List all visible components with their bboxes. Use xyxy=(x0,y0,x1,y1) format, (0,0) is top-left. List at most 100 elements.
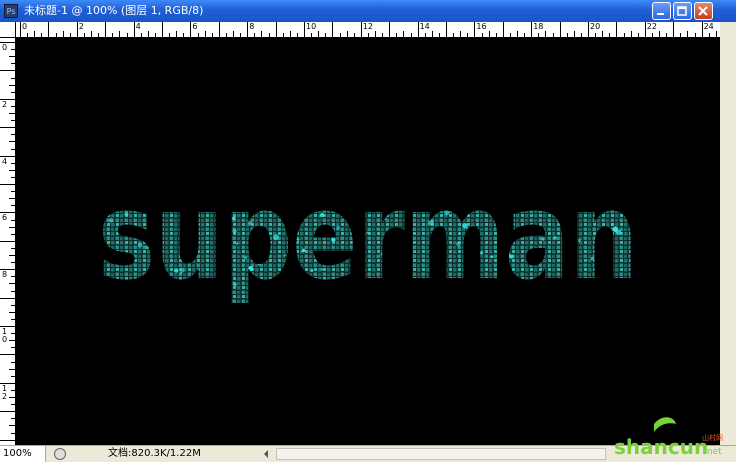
ruler-tick xyxy=(389,22,391,37)
ruler-tick xyxy=(91,31,92,37)
sparkle-dot xyxy=(572,203,577,208)
sparkle-dot xyxy=(270,177,276,182)
sparkle-dot xyxy=(428,219,434,226)
ruler-tick xyxy=(502,22,504,37)
watermark-main: shancun xyxy=(614,435,708,459)
sparkle-dot xyxy=(158,254,163,258)
sparkle-dot xyxy=(232,282,237,287)
sparkle-dot xyxy=(633,235,636,239)
vertical-ruler[interactable]: 0 2 4 6 8 10 12 xyxy=(0,38,16,445)
vertical-scrollbar[interactable] xyxy=(720,22,736,445)
ruler-tick xyxy=(382,33,384,37)
ruler-label: 22 xyxy=(646,22,657,31)
sparkle-dot xyxy=(367,299,373,305)
ruler-tick xyxy=(11,176,15,178)
ruler-tick xyxy=(41,33,43,37)
status-menu-icon[interactable] xyxy=(54,448,66,460)
sparkle-dot xyxy=(610,222,614,226)
sparkle-dot xyxy=(187,211,190,215)
zoom-level-field[interactable]: 100% xyxy=(0,446,46,462)
sparkle-dot xyxy=(462,223,468,229)
ruler-label: 16 xyxy=(476,22,487,31)
sparkle-dot xyxy=(102,277,106,281)
ruler-tick xyxy=(410,33,412,37)
sparkle-dot xyxy=(248,221,253,226)
sparkle-dot xyxy=(552,236,557,240)
sparkle-dot xyxy=(257,262,261,266)
sparkle-dot xyxy=(250,173,255,177)
sparkle-dot xyxy=(218,236,221,239)
sparkle-dot xyxy=(98,201,103,207)
sparkle-dot xyxy=(541,237,545,241)
sparkle-dot xyxy=(289,205,293,208)
ruler-tick xyxy=(162,22,163,37)
maximize-button[interactable] xyxy=(673,2,692,20)
ruler-tick xyxy=(275,22,277,37)
ruler-tick xyxy=(268,33,270,37)
sparkle-dot xyxy=(337,296,342,301)
sparkle-dot xyxy=(301,248,306,253)
sparkle-dot xyxy=(336,185,341,190)
horizontal-ruler[interactable]: 0 2 4 6 8 10 12 14 16 18 20 22 24 xyxy=(16,22,720,38)
sparkle-dot xyxy=(493,292,496,295)
ruler-tick xyxy=(644,22,646,37)
sparkle-dot xyxy=(629,260,632,263)
sparkle-dot xyxy=(548,291,553,296)
ruler-tick xyxy=(140,33,142,37)
ruler-tick xyxy=(11,219,15,221)
sparkle-dot xyxy=(141,288,148,295)
shancun-watermark: shancun .net 山村网 xyxy=(614,417,723,459)
sparkle-dot xyxy=(181,240,186,245)
ruler-tick xyxy=(11,389,15,391)
ruler-label: 10 xyxy=(2,327,8,344)
ruler-tick xyxy=(680,33,682,37)
sparkle-dot xyxy=(461,308,465,312)
ruler-tick xyxy=(9,226,15,228)
ruler-tick xyxy=(98,33,100,37)
ruler-tick xyxy=(602,31,604,37)
watermark-suffix: .net xyxy=(704,447,722,457)
ruler-tick xyxy=(0,297,15,299)
close-button[interactable] xyxy=(694,2,713,20)
minimize-button[interactable] xyxy=(652,2,671,20)
ruler-tick xyxy=(9,368,15,370)
ruler-tick xyxy=(218,22,220,37)
ruler-tick xyxy=(666,33,668,37)
title-bar: Ps 未标题-1 @ 100% (图层 1, RGB/8) xyxy=(0,0,736,22)
sparkle-dot xyxy=(505,299,511,305)
sparkle-dot xyxy=(576,184,579,187)
sparkle-dot xyxy=(170,196,176,202)
sparkle-dot xyxy=(401,189,406,194)
sparkle-dot xyxy=(571,222,577,228)
ruler-label: 14 xyxy=(419,22,430,31)
ruler-tick xyxy=(126,33,128,37)
sparkle-dot xyxy=(343,278,346,282)
sparkle-dot xyxy=(297,214,303,220)
sparkle-dot xyxy=(232,206,237,211)
ruler-tick xyxy=(11,77,15,79)
ruler-origin-corner[interactable] xyxy=(0,22,16,38)
sparkle-dot xyxy=(143,229,148,234)
sparkle-dot xyxy=(577,238,581,242)
ruler-tick xyxy=(11,361,15,363)
ruler-tick xyxy=(197,33,199,37)
document-canvas[interactable]: superman superman xyxy=(16,38,720,445)
sparkle-dot xyxy=(98,290,101,294)
ruler-tick xyxy=(261,31,263,37)
horizontal-scrollbar[interactable] xyxy=(276,448,606,460)
sparkle-dot xyxy=(566,234,571,239)
sparkle-dot xyxy=(383,217,387,220)
sparkle-dot xyxy=(366,231,369,235)
status-arrow-icon[interactable] xyxy=(262,449,270,459)
sparkle-dot xyxy=(602,198,608,204)
ruler-tick xyxy=(701,22,703,37)
photoshop-app-icon[interactable]: Ps xyxy=(4,4,18,18)
sparkle-dot xyxy=(572,274,577,279)
ruler-tick xyxy=(11,134,15,136)
sparkle-dot xyxy=(439,185,443,190)
ruler-tick xyxy=(0,439,15,441)
ruler-tick xyxy=(545,31,547,37)
sparkle-dot xyxy=(617,173,621,178)
sparkle-dot xyxy=(256,286,262,291)
ruler-tick xyxy=(11,418,15,420)
